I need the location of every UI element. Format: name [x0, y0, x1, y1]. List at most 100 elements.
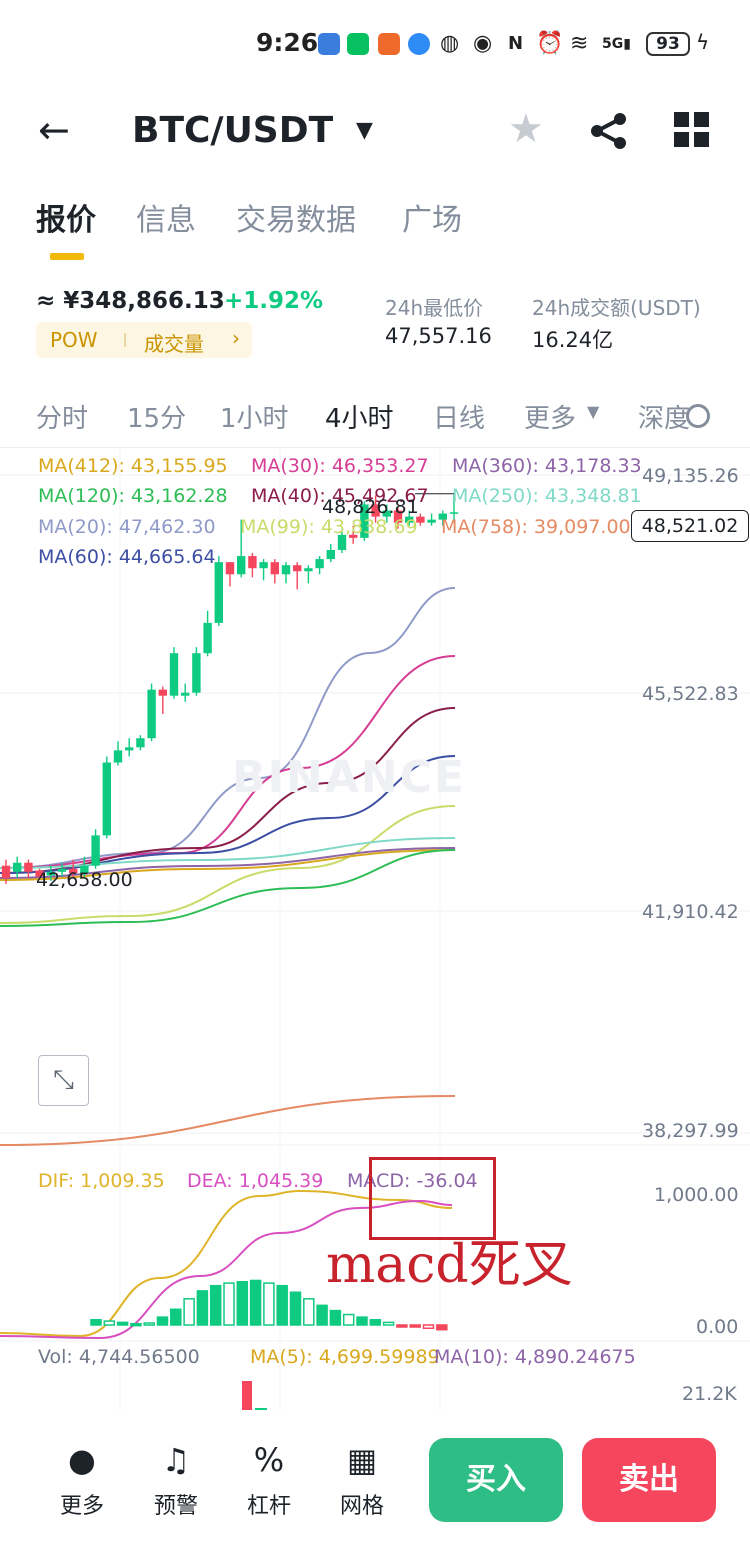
candle-body — [281, 565, 291, 575]
buy-button[interactable]: 买入 — [429, 1438, 563, 1522]
stat-24h-turnover-label: 24h成交额(USDT) — [532, 296, 701, 320]
candle-body — [24, 862, 33, 872]
stat-24h-turnover-value: 16.24亿 — [532, 328, 614, 352]
binance-watermark: BINANCE — [232, 752, 466, 803]
interval-15m[interactable]: 15分 — [127, 398, 186, 435]
cellular-signal-icon: 5G▮ — [602, 36, 631, 52]
more-dropdown-icon[interactable]: ▼ — [587, 402, 599, 421]
candle-body — [1, 865, 11, 878]
candle-body — [169, 653, 179, 696]
fullscreen-button[interactable]: ⤡ — [38, 1055, 89, 1106]
tab-trading-data[interactable]: 交易数据 — [236, 195, 356, 239]
leverage-button[interactable]: % 杠杆 — [234, 1438, 304, 1520]
active-tab-indicator — [50, 253, 84, 260]
sell-button[interactable]: 卖出 — [582, 1438, 716, 1522]
volume-bar — [242, 1381, 252, 1410]
leverage-label: 杠杆 — [246, 1494, 291, 1519]
nfc-icon: N — [508, 33, 524, 54]
favorite-star-icon[interactable]: ★ — [508, 106, 544, 152]
macd-axis-label: 0.00 — [696, 1316, 739, 1338]
volume-tag-label: 成交量 — [144, 332, 204, 356]
charging-icon: ϟ — [696, 30, 710, 54]
candle-body — [304, 568, 313, 572]
candle-body — [214, 562, 223, 623]
interval-4h[interactable]: 4小时 — [325, 398, 394, 435]
share-icon[interactable] — [588, 110, 630, 152]
alarm-icon: ⏰ — [536, 31, 564, 56]
candle-body — [259, 562, 268, 569]
candle-body — [136, 738, 145, 748]
volume-axis-label: 21.2K — [682, 1383, 737, 1405]
macd-histogram-bar — [156, 1316, 169, 1326]
macd-histogram-bar — [316, 1304, 328, 1326]
macd-histogram-bar — [422, 1324, 435, 1330]
macd-histogram-bar — [90, 1319, 102, 1326]
interval-timeline[interactable]: 分时 — [36, 398, 88, 435]
pair-title[interactable]: BTC/USDT — [132, 110, 333, 151]
candle-body — [102, 762, 111, 836]
annotation-text: macd死叉 — [326, 1235, 573, 1295]
tag-divider — [124, 333, 126, 347]
macd-histogram-bar — [369, 1319, 382, 1326]
eye-icon: ◉ — [473, 31, 493, 56]
interval-daily[interactable]: 日线 — [433, 398, 485, 435]
price-cny-approx: ≈ ¥348,866.13 — [36, 288, 225, 314]
macd-histogram-bar — [116, 1321, 129, 1326]
ma-legend-20: MA(20): 47,462.30 — [38, 516, 216, 538]
macd-histogram-bar — [289, 1291, 302, 1326]
pow-volume-tag[interactable]: POW 成交量 › — [36, 322, 252, 358]
macd-histogram-bar — [263, 1282, 275, 1326]
app-notification-icon — [318, 33, 340, 55]
macd-histogram-bar — [276, 1284, 288, 1326]
pair-dropdown-icon[interactable]: ▼ — [356, 118, 373, 143]
ma-legend-250: MA(250): 43,348.81 — [452, 485, 642, 507]
status-bar: 9:26 ◍ ◉ N ⏰ ≋ 5G▮ 93 ϟ — [0, 0, 750, 90]
macd-histogram-bar — [103, 1320, 116, 1326]
candle-body — [113, 750, 123, 763]
wifi-icon: ≋ — [570, 31, 589, 56]
interval-more[interactable]: 更多 — [524, 398, 576, 435]
macd-histogram-bar — [409, 1324, 421, 1328]
macd-histogram-bar — [249, 1279, 262, 1326]
candle-body — [158, 689, 167, 696]
bell-icon: ♫ — [161, 1441, 191, 1479]
mail-app-icon — [378, 33, 400, 55]
tab-square[interactable]: 广场 — [402, 195, 462, 239]
alert-button[interactable]: ♫ 预警 — [141, 1438, 211, 1520]
candle-body — [192, 653, 201, 693]
candle-body — [315, 559, 324, 569]
candle-body — [293, 565, 302, 572]
more-button[interactable]: ● 更多 — [47, 1438, 117, 1520]
ma-legend-412: MA(412): 43,155.95 — [38, 455, 228, 477]
chart-settings-icon[interactable] — [686, 404, 710, 428]
macd-histogram-bar — [130, 1322, 142, 1327]
grid-menu-icon[interactable] — [674, 112, 710, 148]
macd-histogram-bar — [196, 1290, 209, 1326]
interval-1h[interactable]: 1小时 — [220, 398, 289, 435]
tab-quote[interactable]: 报价 — [36, 195, 96, 239]
tab-info[interactable]: 信息 — [136, 195, 196, 239]
macd-histogram-bar — [356, 1316, 368, 1326]
volume-legend: Vol: 4,744.56500 — [38, 1346, 200, 1368]
macd-histogram-bar — [223, 1282, 235, 1326]
more-label: 更多 — [59, 1494, 104, 1519]
ma-legend-99: MA(99): 43,838.69 — [240, 516, 418, 538]
grid-trading-button[interactable]: ▦ 网格 — [327, 1438, 397, 1520]
macd-histogram-bar — [183, 1298, 195, 1326]
interval-depth[interactable]: 深度 — [638, 398, 690, 435]
bottom-action-bar: ● 更多 ♫ 预警 % 杠杆 ▦ 网格 买入 卖出 — [0, 1410, 750, 1546]
candle-body — [203, 622, 212, 654]
macd-histogram-bar — [303, 1298, 315, 1326]
low-price-marker: 42,658.00 — [36, 869, 133, 891]
candle-body — [225, 562, 235, 575]
ma-legend-360: MA(360): 43,178.33 — [452, 455, 642, 477]
candle-body — [91, 835, 100, 866]
current-price-label: 48,521.02 — [631, 510, 749, 542]
macd-axis-label: 1,000.00 — [654, 1184, 739, 1206]
battery-icon: 93 — [646, 32, 690, 56]
macd-histogram-bar — [329, 1309, 342, 1326]
back-button[interactable]: ← — [38, 108, 82, 152]
macd-histogram-bar — [342, 1313, 355, 1326]
candle-body — [147, 689, 156, 739]
price-axis-label: 49,135.26 — [642, 465, 739, 487]
